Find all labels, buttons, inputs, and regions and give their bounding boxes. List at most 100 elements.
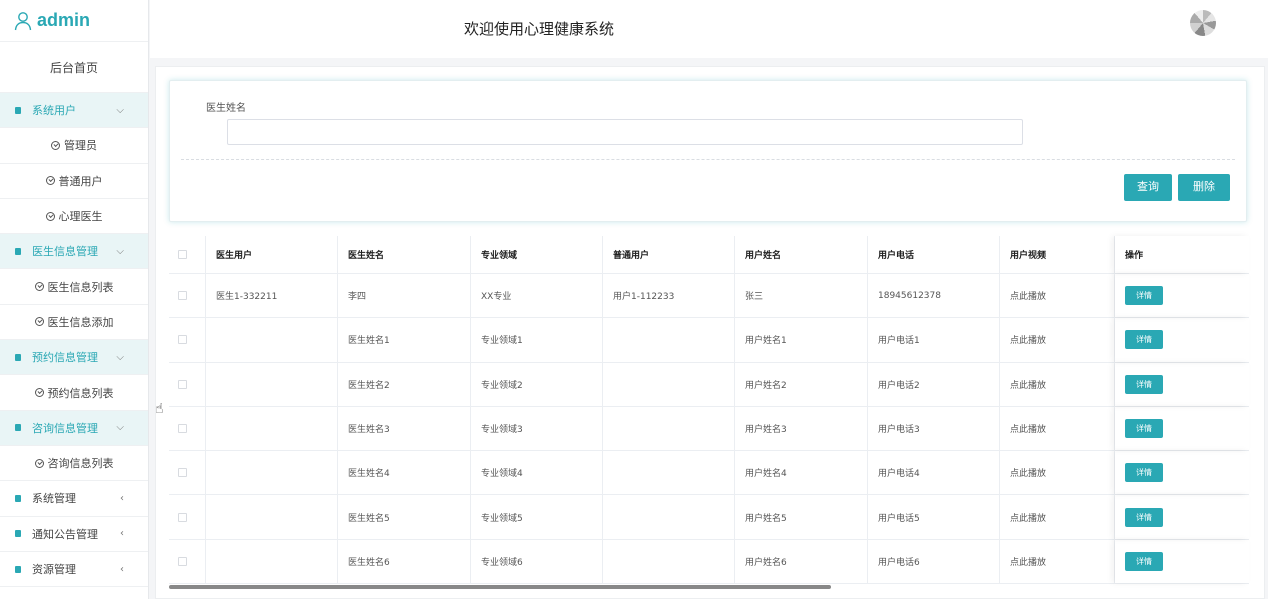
menu-square-icon [15, 494, 21, 502]
action-cell: 详情 [1115, 495, 1249, 538]
sidebar-subitem[interactable]: 预约信息列表 [0, 375, 148, 411]
column-header: 普通用户 [603, 236, 735, 273]
detail-button[interactable]: 详情 [1125, 286, 1163, 306]
row-checkbox[interactable] [178, 556, 187, 566]
table-cell: 用户姓名5 [735, 495, 868, 539]
table-cell: 医生姓名3 [338, 406, 471, 451]
sidebar-subitem-label: 管理员 [64, 139, 97, 153]
table-cell [206, 495, 338, 539]
horizontal-scrollbar[interactable] [169, 585, 831, 589]
doctor-name-input[interactable] [227, 119, 1023, 145]
table-cell[interactable]: 点此播放 [1000, 274, 1115, 318]
table-cell [206, 451, 338, 495]
row-checkbox[interactable] [178, 512, 187, 522]
sidebar-group-label: 医生信息管理 [32, 245, 98, 259]
table-cell: 医生姓名4 [338, 451, 471, 495]
search-form: 医生姓名 查询 删除 [169, 80, 1247, 222]
select-all-checkbox[interactable] [178, 250, 187, 259]
sidebar-menu: 后台首页 系统用户 ⌵ 管理员 普通用户 心理医生 医生信息管理 ⌵ 医生信息列表 医生信息添加… [0, 42, 148, 588]
table-cell: 用户姓名2 [735, 362, 868, 406]
menu-square-icon [15, 247, 21, 255]
brand: admin [0, 0, 148, 42]
table-cell[interactable]: 点此播放 [1000, 451, 1115, 495]
detail-button[interactable]: 详情 [1125, 419, 1163, 439]
sidebar-group-2[interactable]: 预约信息管理 ⌵ [0, 340, 148, 376]
sidebar-group-label: 预约信息管理 [32, 351, 98, 365]
row-checkbox[interactable] [178, 379, 187, 389]
table-cell: 用户姓名1 [735, 318, 868, 362]
sidebar-subitem-label: 医生信息列表 [47, 280, 114, 294]
sidebar-group-5[interactable]: 通知公告管理 ‹ [0, 516, 148, 552]
sidebar-subitem[interactable]: 医生信息添加 [0, 304, 148, 341]
page-title: 欢迎使用心理健康系统 [463, 20, 614, 38]
sidebar-subitem[interactable]: 管理员 [0, 128, 148, 164]
table-cell: 用户姓名6 [735, 539, 868, 584]
row-select-cell [169, 362, 206, 406]
detail-button[interactable]: 详情 [1125, 463, 1163, 483]
loading-spinner-icon [1190, 10, 1216, 36]
table-cell: 专业领域3 [471, 406, 603, 451]
row-select-cell [169, 274, 206, 318]
column-header: 用户电话 [868, 236, 1000, 273]
table-cell: 医生姓名1 [338, 318, 471, 362]
table-cell: 张三 [735, 274, 868, 318]
table-cell: 用户电话6 [868, 539, 1000, 584]
content-panel: 医生姓名 查询 删除 医生用户 医生姓名 专业领域 普通用户 用户姓名 用户电话 用户视频操… [155, 66, 1265, 599]
table-cell: 用户姓名3 [735, 406, 868, 451]
top-header: 欢迎使用心理健康系统 [150, 0, 1268, 58]
sidebar-group-0[interactable]: 系统用户 ⌵ [0, 93, 148, 129]
table-cell: 18945612378 [868, 274, 1000, 318]
sidebar-group-1[interactable]: 医生信息管理 ⌵ [0, 234, 148, 270]
table-cell: 专业领域1 [471, 318, 603, 362]
circle-check-icon [45, 211, 55, 221]
detail-button[interactable]: 详情 [1125, 330, 1163, 350]
table-cell [603, 451, 735, 495]
form-divider [181, 159, 1235, 160]
row-checkbox[interactable] [178, 291, 187, 301]
menu-square-icon [15, 353, 21, 361]
chevron-down-icon: ⌵ [116, 104, 124, 116]
sidebar-subitem[interactable]: 医生信息列表 [0, 269, 148, 305]
sidebar-group-3[interactable]: 咨询信息管理 ⌵ [0, 410, 148, 446]
delete-button[interactable]: 删除 [1178, 174, 1230, 201]
table-cell[interactable]: 点此播放 [1000, 406, 1115, 451]
table-cell: 李四 [338, 274, 471, 318]
row-checkbox[interactable] [178, 335, 187, 345]
circle-check-icon [34, 388, 44, 398]
sidebar-subitem[interactable]: 普通用户 [0, 163, 148, 199]
detail-button[interactable]: 详情 [1125, 374, 1163, 394]
menu-square-icon [15, 530, 21, 538]
row-checkbox[interactable] [178, 424, 187, 434]
sidebar-subitem-label: 医生信息添加 [47, 315, 114, 329]
table-cell: 用户电话5 [868, 495, 1000, 539]
chevron-down-icon: ⌵ [116, 351, 124, 363]
sidebar-subitem[interactable]: 咨询信息列表 [0, 445, 148, 482]
table-cell[interactable]: 点此播放 [1000, 539, 1115, 584]
table-cell: 专业领域2 [471, 362, 603, 406]
detail-button[interactable]: 详情 [1125, 551, 1163, 571]
action-cell: 详情 [1115, 540, 1249, 583]
sidebar-item-home[interactable]: 后台首页 [0, 42, 148, 93]
table-cell[interactable]: 点此播放 [1000, 318, 1115, 362]
sidebar-subitem[interactable]: 心理医生 [0, 198, 148, 235]
doctor-name-label: 医生姓名 [206, 103, 246, 114]
detail-button[interactable]: 详情 [1125, 507, 1163, 527]
table-cell [206, 362, 338, 406]
sidebar-subitem-label: 心理医生 [58, 210, 103, 224]
table-row: 医生姓名1 专业领域1 用户姓名1 用户电话1 点此播放 详情 [169, 318, 1249, 363]
table-cell: 医生姓名5 [338, 495, 471, 539]
table-cell[interactable]: 点此播放 [1000, 495, 1115, 539]
chevron-down-icon: ⌵ [116, 422, 124, 434]
table-cell: 用户姓名4 [735, 451, 868, 495]
circle-check-icon [34, 317, 44, 327]
sidebar-group-4[interactable]: 系统管理 ‹ [0, 481, 148, 517]
row-checkbox[interactable] [178, 468, 187, 478]
table-cell [603, 362, 735, 406]
sidebar-group-6[interactable]: 资源管理 ‹ [0, 551, 148, 588]
table-row: 医生姓名4 专业领域4 用户姓名4 用户电话4 点此播放 详情 [169, 451, 1249, 496]
row-select-cell [169, 318, 206, 362]
table-cell[interactable]: 点此播放 [1000, 362, 1115, 406]
table-cell: 用户电话4 [868, 451, 1000, 495]
query-button[interactable]: 查询 [1124, 174, 1172, 201]
table-cell: 用户电话2 [868, 362, 1000, 406]
